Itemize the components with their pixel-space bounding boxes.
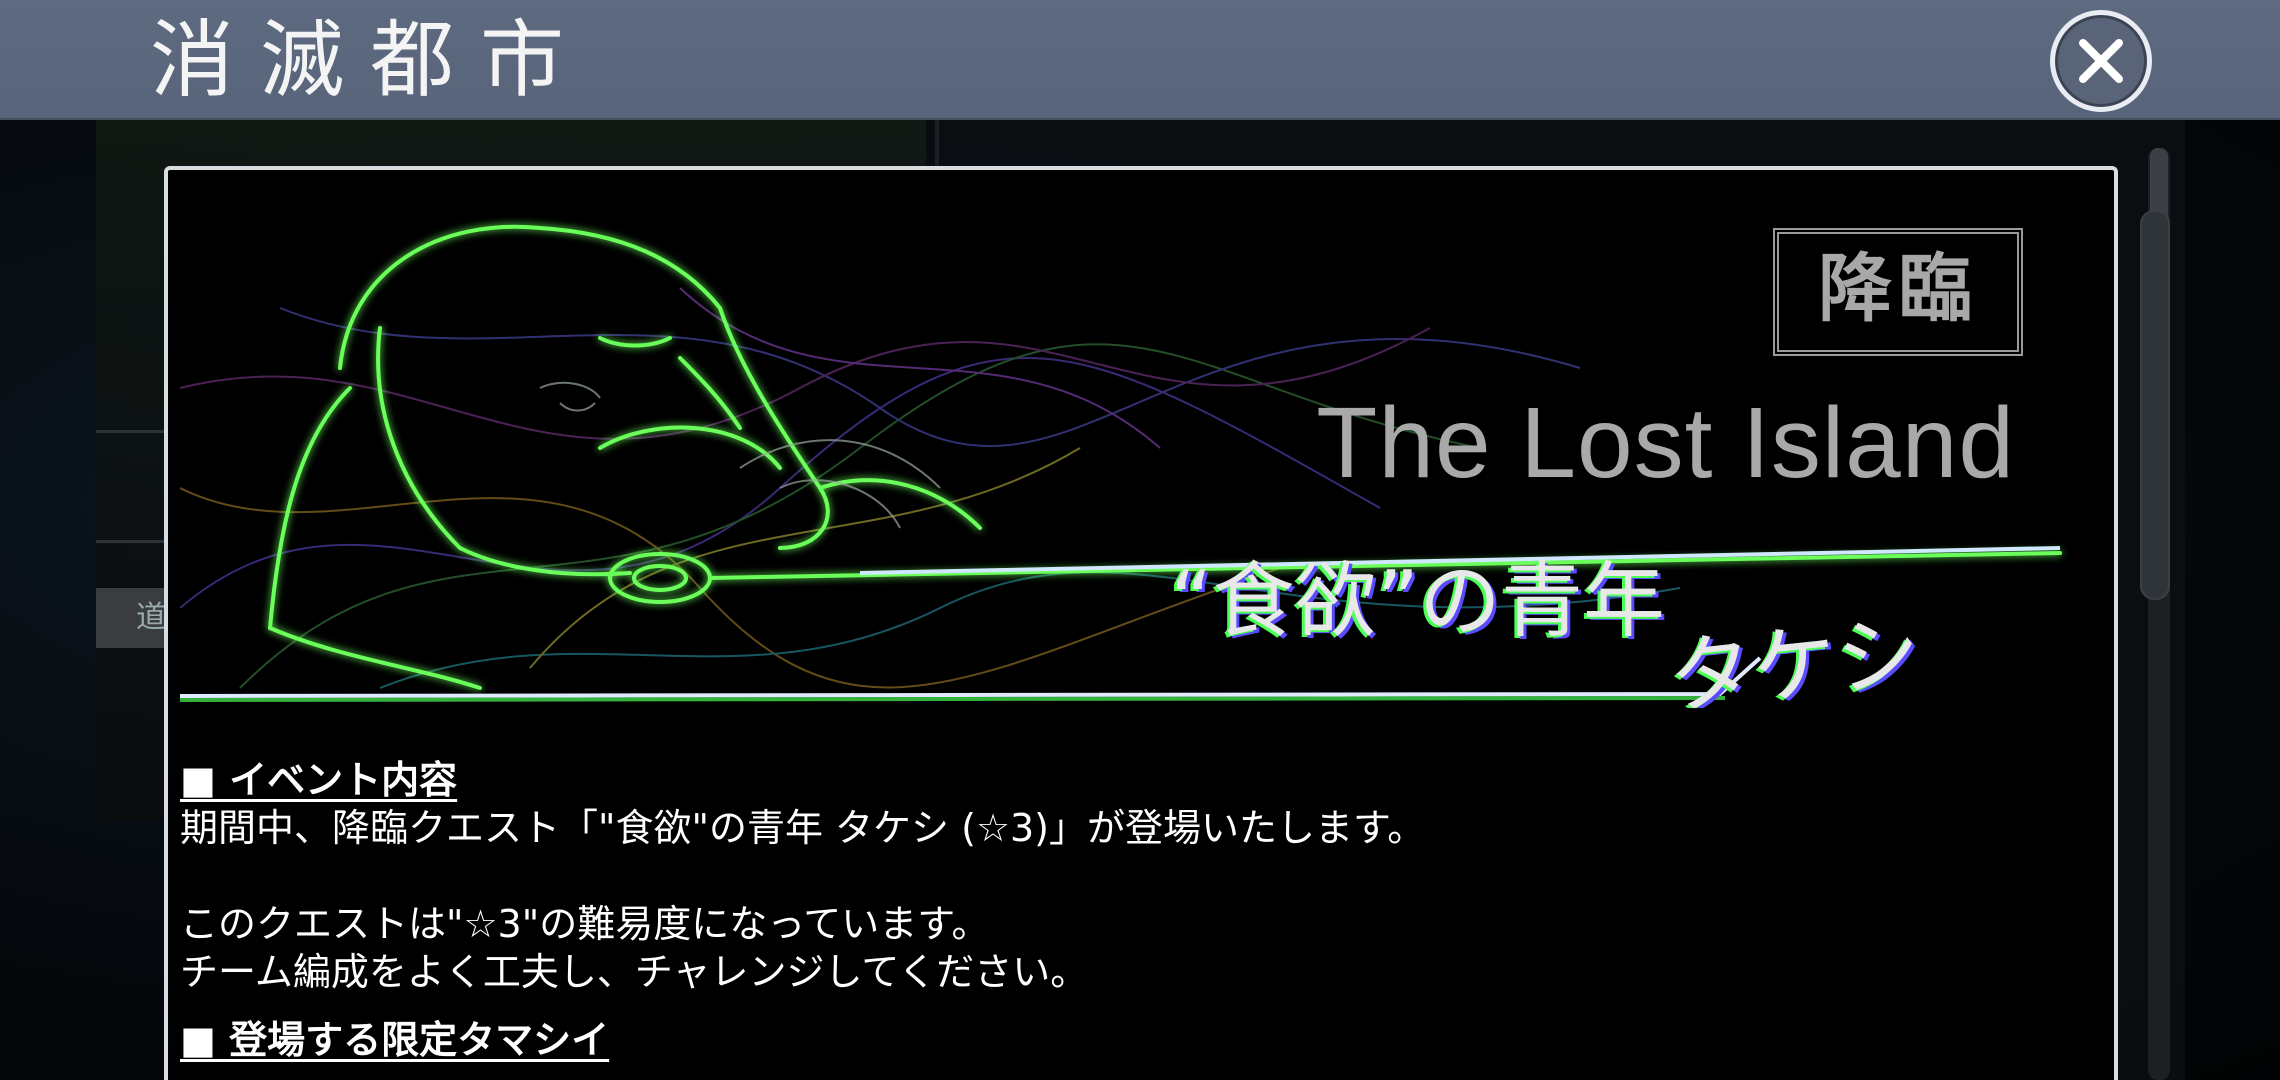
- header-bar: 消滅都市: [0, 0, 2280, 120]
- section-heading-event: ■ イベント内容: [180, 758, 458, 802]
- descent-stamp: 降臨: [1773, 228, 2023, 356]
- modal-scrollbar-thumb[interactable]: [2140, 210, 2170, 600]
- event-detail-modal: 降臨 The Lost Island “食欲”の青年 タケシ ■ イベント内容 …: [164, 166, 2118, 1080]
- banner-character-epithet: “食欲”の青年: [1170, 554, 1665, 649]
- event-banner: 降臨 The Lost Island “食欲”の青年 タケシ: [180, 188, 2105, 708]
- close-icon: [2079, 39, 2123, 83]
- banner-english-title: The Lost Island: [1316, 387, 2015, 499]
- event-text: 期間中、降臨クエスト「"食欲"の青年 タケシ (☆3)」が登場いたします。: [180, 806, 1426, 850]
- event-description: ■ イベント内容 期間中、降臨クエスト「"食欲"の青年 タケシ (☆3)」が登場…: [180, 756, 1980, 1064]
- section-heading-limited-souls: ■ 登場する限定タマシイ: [180, 1018, 610, 1062]
- app-title: 消滅都市: [150, 11, 591, 109]
- difficulty-text: このクエストは"☆3"の難易度になっています。 チーム編成をよく工夫し、チャレン…: [180, 902, 1089, 994]
- close-button[interactable]: [2050, 10, 2152, 112]
